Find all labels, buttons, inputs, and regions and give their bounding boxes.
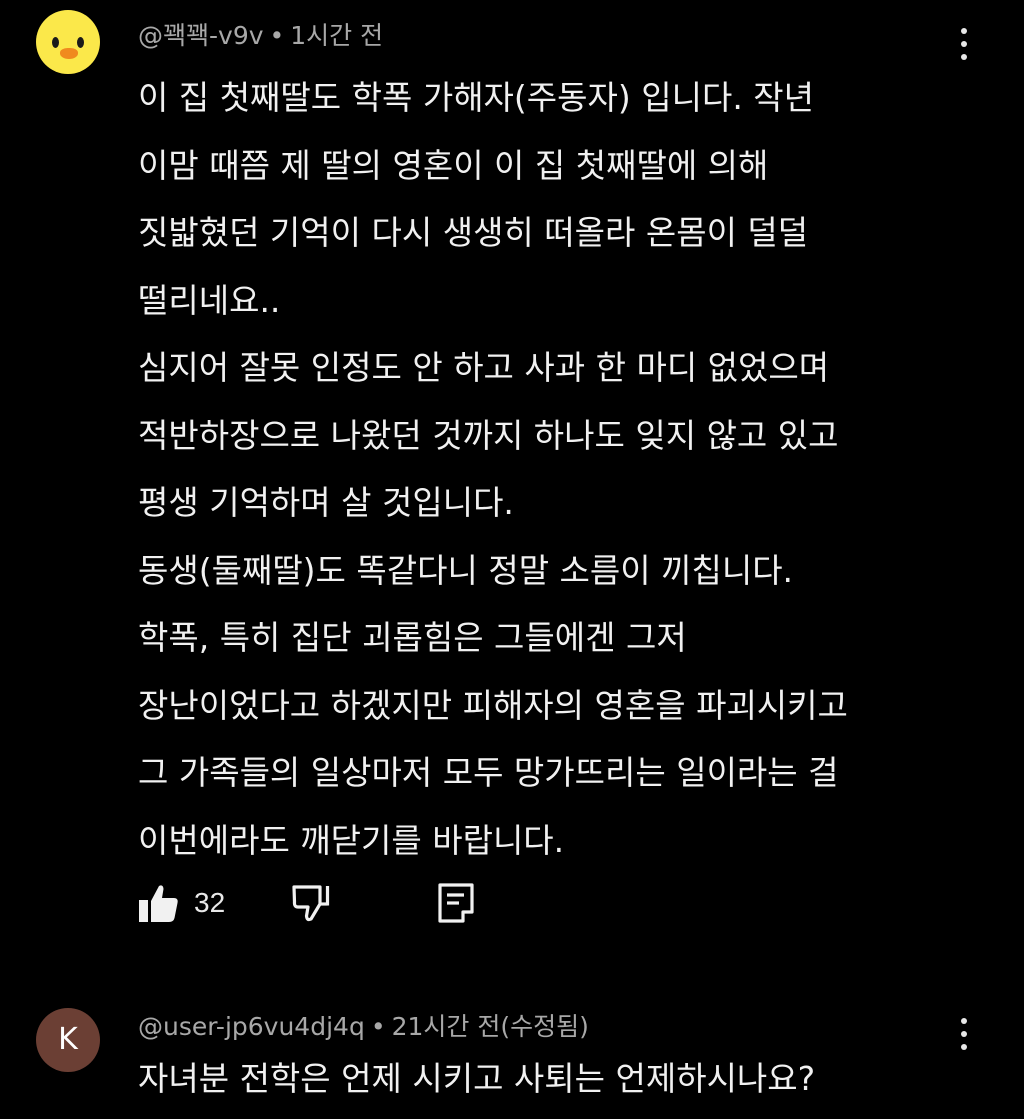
comment-line: 이맘 때쯤 제 딸의 영혼이 이 집 첫째딸에 의해	[138, 145, 769, 185]
like-button[interactable]: 32	[138, 882, 225, 924]
reply-button[interactable]	[437, 882, 475, 924]
comment-line: 평생 기억하며 살 것입니다.	[138, 483, 514, 522]
comment-line: 학폭, 특히 집단 괴롭힘은 그들에겐 그저	[138, 618, 687, 657]
comment-line: 그 가족들의 일상마저 모두 망가뜨리는 일이라는 걸	[138, 753, 839, 792]
duck-eye	[77, 37, 84, 48]
comment-time: 21시간 전(수정됨)	[391, 1012, 589, 1041]
more-vertical-icon[interactable]	[954, 1014, 974, 1054]
comment-line: 짓밟혔던 기억이 다시 생생히 떠올라 온몸이 덜덜	[138, 213, 809, 252]
comment: @user-jp6vu4dj4q • 21시간 전(수정됨) 자녀분 전학은 언제 …	[0, 990, 1024, 1119]
meta-separator: •	[370, 1012, 386, 1041]
more-vertical-icon[interactable]	[954, 24, 974, 64]
comment-meta: @꽥꽥-v9v • 1시간 전	[138, 19, 383, 53]
duck-avatar[interactable]	[36, 10, 100, 74]
kebab-dot	[961, 1044, 967, 1050]
thumbs-up-icon	[139, 885, 178, 922]
comment-actions: 32	[138, 878, 475, 928]
like-count: 32	[194, 887, 226, 918]
kebab-dot	[961, 28, 967, 34]
kebab-dot	[961, 54, 967, 60]
thumbs-down-icon	[292, 885, 330, 922]
comment-line: 적반하장으로 나왔던 것까지 하나도 잊지 않고 있고	[138, 415, 839, 455]
kebab-dot	[961, 1018, 967, 1024]
comment-line: 장난이었다고 하겠지만 피해자의 영혼을 파괴시키고	[138, 685, 848, 725]
comment-line: 떨리네요..	[138, 280, 281, 320]
comment-meta: @user-jp6vu4dj4q • 21시간 전(수정됨)	[138, 1010, 589, 1044]
author-handle[interactable]: @user-jp6vu4dj4q	[138, 1012, 365, 1041]
comment-line: 이번에라도 깨닫기를 바랍니다.	[138, 820, 565, 860]
dislike-button[interactable]	[291, 883, 331, 923]
comment-line: 동생(둘째딸)도 똑같다니 정말 소름이 끼칩니다.	[138, 550, 794, 590]
duck-beak	[60, 48, 78, 59]
comment-line: 자녀분 전학은 언제 시키고 사퇴는 언제하시나요?	[138, 1059, 816, 1098]
meta-separator: •	[269, 21, 285, 50]
author-handle[interactable]: @꽥꽥-v9v	[138, 21, 264, 50]
duck-eye	[52, 37, 59, 48]
comment-line: 이 집 첫째딸도 학폭 가해자(주동자) 입니다. 작년	[138, 78, 815, 117]
comment-line: 심지어 잘못 인정도 안 하고 사과 한 마디 없었으며	[138, 348, 830, 387]
reply-icon	[438, 883, 474, 923]
kebab-dot	[961, 1031, 967, 1037]
comment-time: 1시간 전	[290, 21, 384, 50]
comment: @꽥꽥-v9v • 1시간 전 이 집 첫째딸도 학폭 가해자(주동자) 입니다. …	[0, 0, 1024, 960]
comment-body: 이 집 첫째딸도 학폭 가해자(주동자) 입니다. 작년 이맘 때쯤 제 딸의 …	[138, 64, 998, 874]
user-avatar[interactable]: K	[36, 1008, 100, 1072]
comment-body: 자녀분 전학은 언제 시키고 사퇴는 언제하시나요?	[138, 1054, 998, 1104]
kebab-dot	[961, 41, 967, 47]
